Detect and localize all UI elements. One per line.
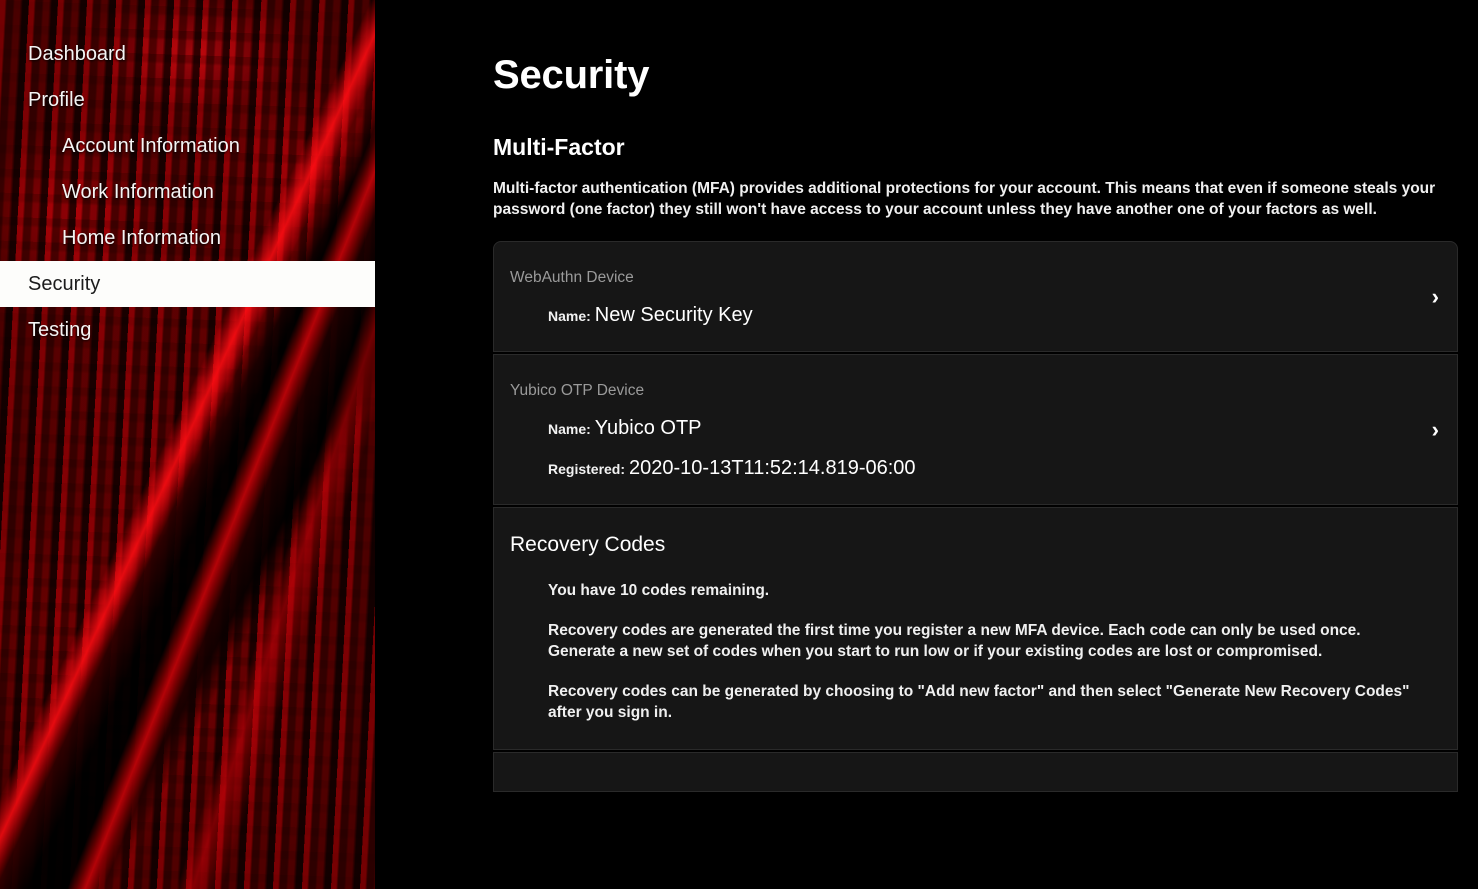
device-name-row: Name: New Security Key [548, 304, 1457, 327]
sidebar-item-security[interactable]: Security [0, 261, 375, 307]
sidebar-item-work-information[interactable]: Work Information [0, 169, 375, 215]
chevron-right-icon[interactable]: › [1432, 285, 1439, 308]
chevron-right-icon[interactable]: › [1432, 418, 1439, 441]
next-card-partial[interactable] [493, 752, 1458, 792]
device-registered-value: 2020-10-13T11:52:14.819-06:00 [629, 457, 916, 479]
sidebar-item-account-information[interactable]: Account Information [0, 123, 375, 169]
mfa-device-card-webauthn[interactable]: WebAuthn Device Name: New Security Key › [493, 241, 1458, 352]
app-root: Dashboard Profile Account Information Wo… [0, 0, 1478, 889]
device-detail-rows: Name: Yubico OTP Registered: 2020-10-13T11… [494, 417, 1457, 504]
device-type-label: WebAuthn Device [510, 269, 634, 286]
device-name-row: Name: Yubico OTP [548, 417, 1457, 440]
device-registered-row: Registered: 2020-10-13T11:52:14.819-06:00 [548, 457, 1457, 480]
device-type-label: Yubico OTP Device [510, 382, 645, 399]
device-name-label: Name: [548, 421, 591, 437]
mfa-device-card-stack: WebAuthn Device Name: New Security Key › … [493, 241, 1458, 792]
recovery-codes-remaining-text: You have 10 codes remaining. [548, 582, 770, 599]
sidebar-item-dashboard[interactable]: Dashboard [0, 31, 375, 77]
device-name-label: Name: [548, 308, 591, 324]
sidebar-item-home-information[interactable]: Home Information [0, 215, 375, 261]
device-detail-rows: Name: New Security Key [494, 304, 1457, 351]
device-name-value: New Security Key [594, 304, 753, 326]
main-content: Security Multi-Factor Multi-factor authe… [375, 0, 1478, 889]
section-title-multi-factor: Multi-Factor [493, 134, 625, 160]
device-registered-label: Registered: [548, 461, 626, 477]
sidebar-nav-list: Dashboard Profile Account Information Wo… [0, 0, 375, 353]
recovery-codes-explainer-text: Recovery codes are generated the first t… [548, 622, 1361, 660]
sidebar-item-profile[interactable]: Profile [0, 77, 375, 123]
section-description: Multi-factor authentication (MFA) provid… [493, 180, 1436, 218]
recovery-codes-generate-text: Recovery codes can be generated by choos… [548, 683, 1410, 721]
mfa-device-card-yubico-otp[interactable]: Yubico OTP Device Name: Yubico OTP Regist… [493, 354, 1458, 505]
sidebar-item-testing[interactable]: Testing [0, 307, 375, 353]
recovery-codes-heading: Recovery Codes [510, 533, 666, 556]
recovery-codes-body: You have 10 codes remaining. Recovery co… [494, 580, 1457, 749]
sidebar: Dashboard Profile Account Information Wo… [0, 0, 375, 889]
page-title: Security [493, 53, 650, 97]
recovery-codes-card: Recovery Codes You have 10 codes remaini… [493, 507, 1458, 750]
device-name-value: Yubico OTP [594, 417, 702, 439]
